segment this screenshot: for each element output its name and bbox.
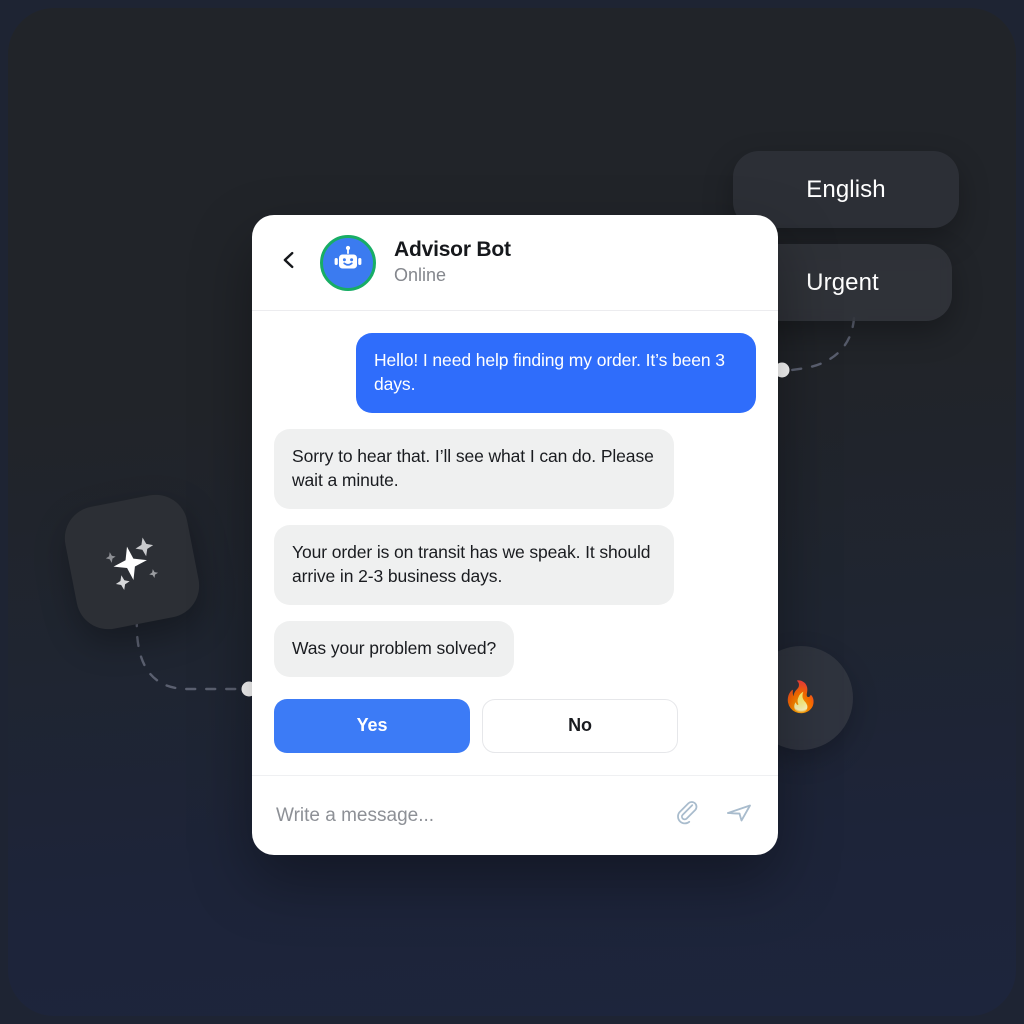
quick-reply-no-label: No (568, 715, 592, 736)
message-bubble-outgoing: Hello! I need help finding my order. It’… (356, 333, 756, 413)
paperclip-icon (674, 800, 700, 831)
message-row: Hello! I need help finding my order. It’… (274, 333, 756, 413)
back-button[interactable] (274, 248, 304, 278)
tag-pill-english-label: English (806, 175, 886, 203)
message-input[interactable] (276, 804, 672, 827)
fire-emoji-icon: 🔥 (782, 681, 820, 714)
message-row: Was your problem solved? (274, 620, 756, 677)
message-list: Hello! I need help finding my order. It’… (252, 311, 778, 775)
composer-actions (672, 801, 754, 831)
quick-reply-yes[interactable]: Yes (274, 698, 470, 753)
message-bubble-incoming: Was your problem solved? (274, 620, 515, 677)
message-row: Your order is on transit has we speak. I… (274, 524, 756, 605)
tag-pill-english[interactable]: English (733, 151, 959, 228)
avatar (320, 234, 376, 291)
bot-status: Online (394, 265, 447, 286)
robot-avatar-icon (331, 243, 365, 282)
bot-name: Advisor Bot (394, 238, 511, 262)
quick-reply-yes-label: Yes (356, 715, 388, 736)
sparkles-tile (59, 489, 205, 635)
quick-reply-group: Yes No (274, 698, 756, 753)
attach-button[interactable] (672, 801, 702, 831)
chat-card: Advisor Bot Online Hello! I need help fi… (252, 215, 778, 855)
header-text: Advisor Bot Online (394, 237, 511, 288)
chat-header: Advisor Bot Online (252, 215, 778, 311)
sparkles-icon (94, 524, 169, 599)
send-button[interactable] (724, 801, 754, 831)
message-composer (252, 775, 778, 855)
quick-reply-no[interactable]: No (482, 698, 678, 753)
chevron-left-icon (278, 249, 300, 276)
screen: 🔥 English Urgent Advisor Bot Online Hell… (0, 0, 1024, 1024)
message-row: Sorry to hear that. I’ll see what I can … (274, 428, 756, 509)
message-bubble-incoming: Sorry to hear that. I’ll see what I can … (274, 428, 674, 509)
message-bubble-incoming: Your order is on transit has we speak. I… (274, 524, 674, 605)
send-icon (725, 799, 753, 832)
tag-pill-urgent-label: Urgent (806, 268, 879, 296)
